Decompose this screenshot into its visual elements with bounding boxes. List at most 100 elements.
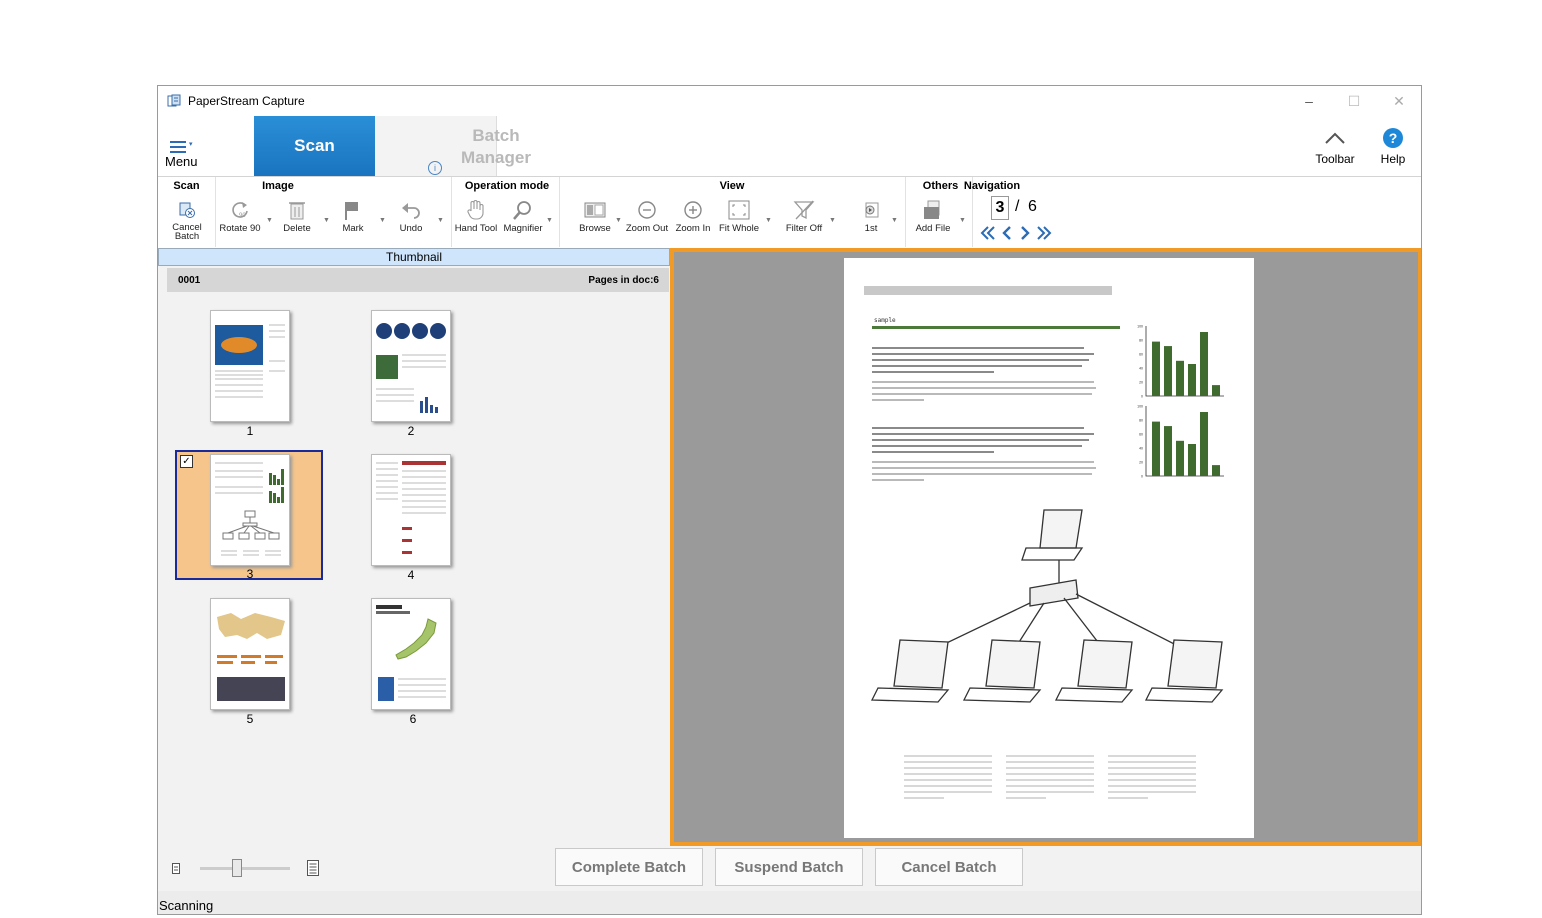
thumbnail-number-5: 5 [246,712,254,726]
chart-tick-label: 0 [1141,475,1143,479]
cancel-batch-bottom-button[interactable]: Cancel Batch [875,848,1023,886]
chart-bar [1200,412,1208,476]
navigation-arrows [980,226,1052,240]
group-image-title: Image [262,180,294,192]
document-bar[interactable]: 0001 Pages in doc:6 [167,268,669,292]
close-button[interactable]: ✕ [1384,90,1414,112]
mark-dropdown-icon[interactable]: ▼ [379,217,386,224]
chart-bar [1164,346,1172,396]
complete-batch-button[interactable]: Complete Batch [555,848,703,886]
chart-tick-label: 80 [1139,419,1143,423]
first-page-arrow-icon[interactable] [980,226,995,240]
scanned-page-content: sample 100 80 60 40 20 0 100 80 60 40 20 0 [864,286,1224,799]
filter-dropdown-icon[interactable]: ▼ [829,217,836,224]
menu-button[interactable]: ▾ Menu [164,138,204,172]
chart-bar [1164,426,1172,476]
hand-icon [467,200,484,220]
thumbnail-size-slider[interactable] [200,854,290,882]
thumbnail-page-4[interactable] [371,454,451,566]
small-thumbnail-icon [172,863,180,874]
cancel-batch-icon [179,202,195,218]
thumbnail-header: Thumbnail [158,248,670,266]
magnifier-button[interactable]: Magnifier [501,197,545,234]
large-thumbnail-icon [307,860,319,876]
first-label: 1st [864,223,878,234]
add-file-button[interactable]: Add File [910,197,956,234]
zoom-out-button[interactable]: Zoom Out [625,197,669,234]
prev-page-arrow-icon[interactable] [1002,226,1011,240]
chevron-up-icon [1325,132,1345,144]
thumbnail-page-6[interactable] [371,598,451,710]
chart-tick-label: 100 [1137,405,1143,409]
undo-dropdown-icon[interactable]: ▼ [437,217,444,224]
tab-batch-manager-label-1: Batch [472,126,520,145]
rotate-badge: 90 [239,213,246,219]
hand-tool-label: Hand Tool [454,223,498,234]
mark-button[interactable]: Mark [333,197,373,234]
chart-tick-label: 40 [1139,447,1143,451]
chart-2: 100 80 60 40 20 0 [1137,405,1224,479]
toolbar-toggle-button[interactable]: Toolbar [1310,124,1360,166]
chart-tick-label: 20 [1139,461,1143,465]
rotate-dropdown-icon[interactable]: ▼ [266,217,273,224]
thumbnail-checkbox[interactable]: ✓ [180,455,193,468]
zoom-in-button[interactable]: Zoom In [673,197,713,234]
hand-tool-button[interactable]: Hand Tool [451,197,501,234]
undo-button[interactable]: Undo [391,197,431,234]
app-window: PaperStream Capture – ☐ ✕ ▾ Menu Scan Ba… [157,85,1422,915]
chart-bar [1152,341,1160,396]
cancel-batch-button[interactable]: Cancel Batch [166,197,208,241]
chart-tick-label: 0 [1141,395,1143,399]
page-heading: sample [874,317,896,324]
first-page-icon [865,202,879,218]
chart-bar [1176,360,1184,396]
maximize-button[interactable]: ☐ [1339,90,1369,112]
first-dropdown-icon[interactable]: ▼ [891,217,898,224]
info-icon[interactable]: i [428,161,442,175]
next-page-arrow-icon[interactable] [1021,226,1030,240]
first-button[interactable]: 1st [849,197,893,234]
undo-icon [402,203,420,219]
tab-batch-manager[interactable]: Batch Manager i [375,116,531,176]
magnifier-dropdown-icon[interactable]: ▼ [546,217,553,224]
menu-dropdown-icon: ▾ [189,141,193,148]
browse-dropdown-icon[interactable]: ▼ [615,217,622,224]
slider-thumb[interactable] [232,859,242,877]
suspend-batch-button[interactable]: Suspend Batch [715,848,863,886]
page-1-preview [215,324,285,398]
add-file-icon [924,200,940,219]
group-operation-title: Operation mode [464,180,550,192]
filter-off-button[interactable]: Filter Off [779,197,829,234]
group-operation-mode: Operation mode Hand Tool Magnifier ▼ [451,177,560,247]
help-button[interactable]: ? Help [1368,124,1418,166]
toolbar-label: Toolbar [1315,152,1355,166]
page-5-preview [217,613,285,701]
last-page-arrow-icon[interactable] [1037,226,1052,240]
mark-label: Mark [342,223,364,234]
pages-in-doc: Pages in doc:6 [588,275,659,286]
group-navigation-title: Navigation [963,180,1021,192]
delete-dropdown-icon[interactable]: ▼ [323,217,330,224]
add-file-dropdown-icon[interactable]: ▼ [959,217,966,224]
page-viewer[interactable]: sample 100 80 60 40 20 0 100 80 60 40 20 0 [670,248,1421,846]
thumbnail-page-5[interactable] [210,598,290,710]
fit-whole-button[interactable]: Fit Whole [717,197,761,234]
page-separator: / [1015,198,1020,215]
rotate-button[interactable]: 90 Rotate 90 [215,197,265,234]
tab-scan[interactable]: Scan [254,116,375,176]
ribbon: ▾ Menu Scan Batch Manager i Toolbar ? He… [158,116,1421,176]
thumbnail-page-1[interactable] [210,310,290,422]
fit-whole-dropdown-icon[interactable]: ▼ [765,217,772,224]
chart-bar [1152,421,1160,476]
thumbnail-number-6: 6 [409,712,417,726]
delete-button[interactable]: Delete [277,197,317,234]
page-number-input[interactable]: 3 [991,196,1009,220]
thumbnail-panel[interactable]: 0001 Pages in doc:6 ✓ 1 2 3 4 5 6 [158,266,670,846]
minimize-button[interactable]: – [1294,90,1324,112]
group-image: Image 90 Rotate 90 ▼ Delete ▼ Mark ▼ Und… [215,177,452,247]
rotate-icon: 90 [232,202,248,219]
browse-button[interactable]: Browse [575,197,615,234]
chart-bar [1188,364,1196,396]
thumbnail-page-3[interactable] [210,454,290,566]
thumbnail-page-2[interactable] [371,310,451,422]
